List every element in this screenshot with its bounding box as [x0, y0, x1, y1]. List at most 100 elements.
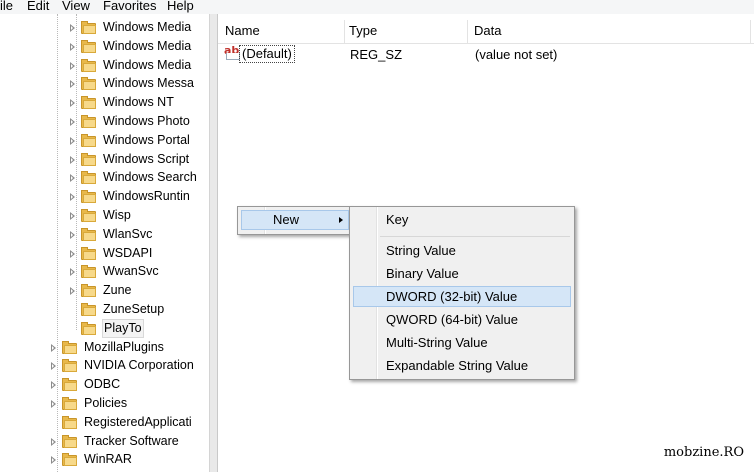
column-separator[interactable]	[467, 20, 468, 43]
tree-item-label: NVIDIA Corporation	[84, 358, 194, 373]
table-row[interactable]: ab (Default) REG_SZ (value not set)	[222, 44, 742, 64]
expand-arrow-icon[interactable]	[70, 212, 75, 220]
tree-item[interactable]: WSDAPI	[70, 244, 209, 263]
tree-item[interactable]: ZuneSetup	[70, 300, 209, 319]
tree-item[interactable]: WinRAR	[51, 450, 209, 469]
tree-item-label: Windows Media	[103, 38, 192, 53]
tree-scrollbar[interactable]	[209, 14, 217, 472]
registry-tree[interactable]: Windows Media Windows Media Windows Media W…	[0, 14, 209, 472]
expand-arrow-icon[interactable]	[51, 381, 56, 390]
tree-item-label: Wisp	[103, 208, 131, 222]
expand-arrow-icon[interactable]	[70, 193, 75, 202]
folder-icon	[81, 171, 97, 185]
column-type-header[interactable]: Type	[349, 23, 377, 38]
folder-icon	[81, 303, 97, 316]
expand-arrow-icon[interactable]	[70, 42, 75, 51]
folder-icon	[81, 321, 97, 335]
submenu-expandable-string-value[interactable]: Expandable String Value	[386, 356, 528, 376]
tree-item[interactable]: RegisteredApplicati	[51, 413, 209, 432]
menu-favorites[interactable]: Favorites	[103, 0, 156, 14]
tree-item[interactable]: Tracker Software	[51, 432, 209, 451]
expand-arrow-icon[interactable]	[70, 249, 75, 258]
watermark: mobzine.RO	[663, 445, 744, 460]
tree-item-label: WwanSvc	[103, 264, 159, 279]
tree-item[interactable]: Windows NT	[70, 93, 209, 112]
folder-icon	[62, 453, 78, 467]
new-submenu: Key String Value Binary Value DWORD (32-…	[349, 206, 575, 380]
submenu-qword-value[interactable]: QWORD (64-bit) Value	[386, 310, 518, 330]
tree-item-label: WinRAR	[84, 452, 132, 467]
value-name-cell[interactable]: (Default)	[239, 45, 295, 63]
expand-arrow-icon[interactable]	[70, 230, 75, 239]
expand-arrow-icon[interactable]	[70, 118, 75, 126]
tree-item[interactable]: MozillaPlugins	[51, 338, 209, 357]
context-menu-new[interactable]: New	[273, 210, 299, 230]
expand-arrow-icon[interactable]	[51, 343, 56, 352]
tree-item-label: RegisteredApplicati	[84, 414, 192, 429]
folder-icon	[81, 265, 97, 279]
expand-arrow-icon[interactable]	[70, 155, 75, 164]
expand-arrow-icon[interactable]	[51, 400, 56, 408]
tree-item[interactable]: Windows Script	[70, 150, 209, 169]
tree-item-label: ODBC	[84, 377, 121, 392]
tree-item[interactable]: WlanSvc	[70, 225, 209, 244]
menu-file[interactable]: ile	[0, 0, 13, 14]
expand-arrow-icon[interactable]	[51, 456, 56, 465]
column-separator[interactable]	[344, 20, 345, 43]
menu-view[interactable]: View	[62, 0, 90, 14]
column-data-header[interactable]: Data	[474, 23, 501, 38]
value-data-cell: (value not set)	[475, 47, 558, 62]
tree-item-label: WSDAPI	[103, 245, 153, 260]
tree-item[interactable]: Zune	[70, 281, 209, 300]
tree-item[interactable]: PlayTo	[70, 318, 209, 338]
expand-arrow-icon[interactable]	[70, 24, 75, 32]
folder-icon	[62, 415, 78, 429]
tree-item-label: Windows NT	[103, 95, 174, 110]
tree-item-label: PlayTo	[102, 318, 144, 338]
expand-arrow-icon[interactable]	[70, 136, 75, 145]
context-menu: New	[237, 206, 351, 235]
tree-item-label: Policies	[84, 396, 128, 410]
expand-arrow-icon[interactable]	[70, 174, 75, 183]
tree-item[interactable]: Policies	[51, 394, 209, 413]
tree-item-label: Windows Messa	[103, 76, 194, 91]
expand-arrow-icon[interactable]	[70, 61, 75, 70]
menu-separator	[380, 236, 570, 237]
submenu-multi-string-value[interactable]: Multi-String Value	[386, 333, 488, 353]
tree-item-label: MozillaPlugins	[84, 339, 164, 354]
submenu-binary-value[interactable]: Binary Value	[386, 264, 459, 284]
submenu-string-value[interactable]: String Value	[386, 241, 456, 261]
folder-icon	[81, 152, 97, 166]
tree-item-label: WindowsRuntin	[103, 189, 190, 204]
tree-item-label: Zune	[103, 283, 132, 298]
expand-arrow-icon[interactable]	[70, 268, 75, 277]
expand-arrow-icon[interactable]	[70, 99, 75, 108]
tree-item[interactable]: WindowsRuntin	[70, 187, 209, 206]
tree-item[interactable]: Windows Portal	[70, 131, 209, 150]
folder-icon	[62, 359, 78, 373]
column-separator[interactable]	[750, 20, 751, 43]
expand-arrow-icon[interactable]	[70, 80, 75, 89]
submenu-dword-value[interactable]: DWORD (32-bit) Value	[386, 287, 517, 307]
submenu-key[interactable]: Key	[386, 210, 408, 230]
tree-item[interactable]: NVIDIA Corporation	[51, 356, 209, 375]
tree-item[interactable]: WwanSvc	[70, 262, 209, 281]
column-name-header[interactable]: Name	[225, 23, 260, 38]
tree-item[interactable]: Windows Photo	[70, 112, 209, 131]
tree-item[interactable]: Windows Media	[70, 18, 209, 37]
folder-icon	[81, 133, 97, 147]
folder-icon	[81, 115, 97, 128]
expand-arrow-icon[interactable]	[51, 437, 56, 446]
expand-arrow-icon[interactable]	[70, 287, 75, 296]
folder-icon	[81, 77, 97, 91]
tree-item[interactable]: Windows Media	[70, 37, 209, 56]
expand-arrow-icon[interactable]	[51, 362, 56, 371]
tree-item[interactable]: Wisp	[70, 206, 209, 225]
folder-icon	[62, 340, 78, 354]
tree-item[interactable]: ODBC	[51, 375, 209, 394]
tree-item[interactable]: Windows Search	[70, 168, 209, 187]
menu-edit[interactable]: Edit	[27, 0, 49, 14]
tree-item[interactable]: Windows Media	[70, 56, 209, 75]
tree-item[interactable]: Windows Messa	[70, 74, 209, 93]
menu-help[interactable]: Help	[167, 0, 194, 14]
